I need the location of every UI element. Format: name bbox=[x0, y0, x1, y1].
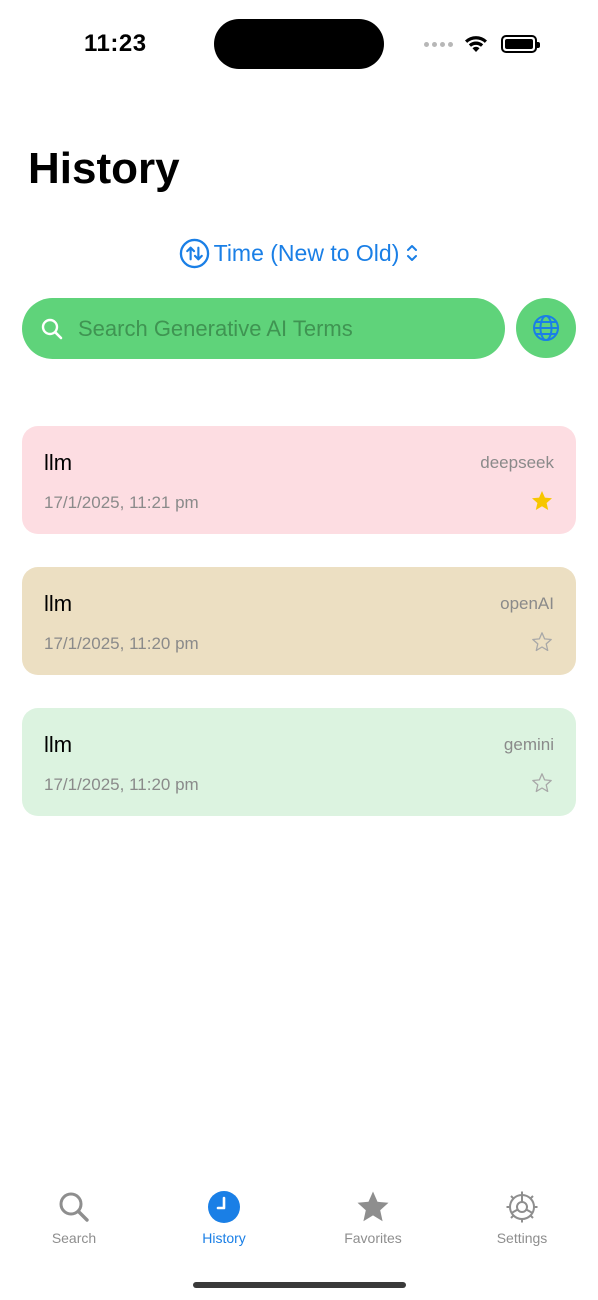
search-icon bbox=[41, 318, 63, 339]
gear-icon bbox=[506, 1191, 538, 1223]
screen: 11:23 History Time (New to Old) Search G… bbox=[0, 0, 598, 1300]
sort-arrows-icon bbox=[179, 238, 209, 268]
sort-label: Time (New to Old) bbox=[213, 239, 400, 266]
history-item-openai[interactable]: llm openAI 17/1/2025, 11:20 pm bbox=[22, 567, 576, 675]
history-timestamp: 17/1/2025, 11:20 pm bbox=[44, 775, 199, 794]
magnifier-icon bbox=[59, 1192, 89, 1222]
clock-icon bbox=[208, 1191, 240, 1223]
search-bar[interactable] bbox=[22, 298, 505, 359]
history-source: openAI bbox=[500, 594, 554, 613]
search-input[interactable] bbox=[78, 315, 478, 342]
chevron-up-down-icon bbox=[407, 245, 418, 261]
status-indicators bbox=[424, 33, 540, 55]
globe-button[interactable] bbox=[516, 298, 576, 358]
history-source: deepseek bbox=[480, 453, 554, 472]
star-outline-icon[interactable] bbox=[530, 771, 554, 795]
history-term: llm bbox=[44, 591, 73, 616]
history-term: llm bbox=[44, 732, 73, 757]
history-source: gemini bbox=[503, 735, 554, 754]
dynamic-island bbox=[214, 19, 384, 69]
star-filled-icon[interactable] bbox=[530, 489, 554, 513]
history-term: llm bbox=[44, 450, 73, 475]
globe-icon bbox=[533, 315, 559, 341]
tab-label: Search bbox=[51, 1230, 97, 1246]
star-icon bbox=[357, 1191, 389, 1222]
history-item-deepseek[interactable]: llm deepseek 17/1/2025, 11:21 pm bbox=[22, 426, 576, 534]
cellular-signal-icon bbox=[424, 41, 453, 47]
battery-icon bbox=[501, 35, 540, 53]
star-outline-icon[interactable] bbox=[530, 630, 554, 654]
tab-history[interactable]: History bbox=[164, 1190, 284, 1246]
home-indicator[interactable] bbox=[193, 1282, 406, 1288]
tab-settings[interactable]: Settings bbox=[462, 1190, 582, 1246]
sort-selector[interactable]: Time (New to Old) bbox=[0, 234, 598, 272]
history-timestamp: 17/1/2025, 11:20 pm bbox=[44, 634, 199, 653]
wifi-icon bbox=[465, 36, 487, 52]
tab-search[interactable]: Search bbox=[14, 1190, 134, 1246]
tab-label: Favorites bbox=[344, 1230, 402, 1246]
tab-bar: Search History Favorites Settings bbox=[0, 1190, 598, 1260]
tab-label: Settings bbox=[496, 1230, 548, 1246]
history-timestamp: 17/1/2025, 11:21 pm bbox=[44, 493, 199, 512]
tab-label: History bbox=[202, 1230, 246, 1246]
history-item-gemini[interactable]: llm gemini 17/1/2025, 11:20 pm bbox=[22, 708, 576, 816]
tab-favorites[interactable]: Favorites bbox=[313, 1190, 433, 1246]
status-time: 11:23 bbox=[84, 30, 147, 57]
page-title: History bbox=[28, 144, 180, 193]
